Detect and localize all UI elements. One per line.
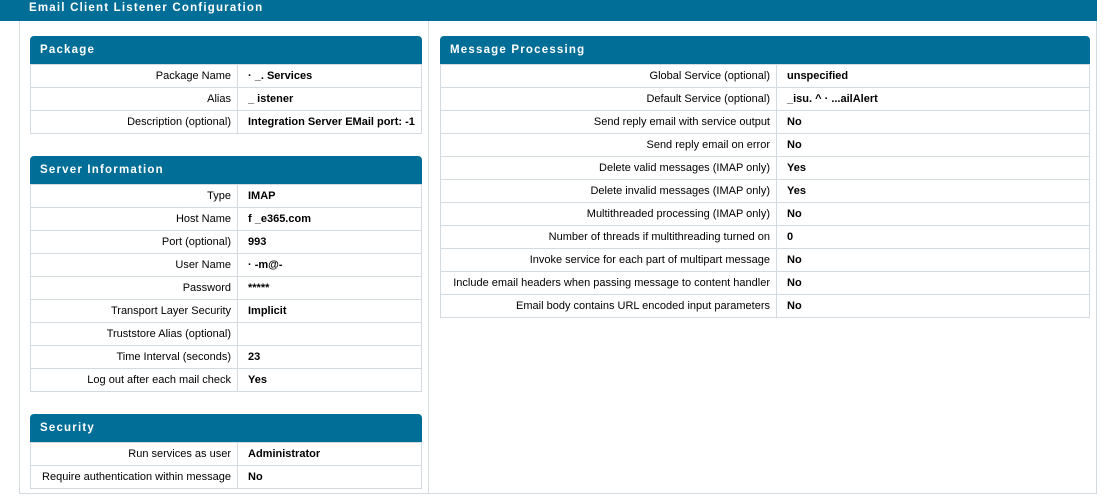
- server-information-panel: Server Information Type IMAP Host Name f _e…: [30, 156, 422, 392]
- field-label: Description (optional): [30, 110, 238, 134]
- field-label: Type: [30, 184, 238, 208]
- field-value: No: [776, 110, 1090, 134]
- message-processing-row: Default Service (optional) _isu. ^ · ...a…: [440, 87, 1090, 111]
- field-label: Alias: [30, 87, 238, 111]
- field-label: Invoke service for each part of multipar…: [440, 248, 777, 272]
- security-row: Run services as user Administrator: [30, 442, 422, 466]
- security-row: Require authentication within message No: [30, 465, 422, 489]
- message-processing-row: Delete invalid messages (IMAP only) Yes: [440, 179, 1090, 203]
- field-label: Number of threads if multithreading turn…: [440, 225, 777, 249]
- field-label: Send reply email with service output: [440, 110, 777, 134]
- server-row: Host Name f _e365.com: [30, 207, 422, 231]
- field-value: No: [776, 271, 1090, 295]
- field-label: Transport Layer Security: [30, 299, 238, 323]
- package-row: Alias _ istener: [30, 87, 422, 111]
- field-label: Require authentication within message: [30, 465, 238, 489]
- field-value: No: [776, 248, 1090, 272]
- field-value: unspecified: [776, 64, 1090, 88]
- field-value: Yes: [776, 156, 1090, 180]
- server-row: User Name · -m@-: [30, 253, 422, 277]
- field-label: Run services as user: [30, 442, 238, 466]
- package-row: Description (optional) Integration Server…: [30, 110, 422, 134]
- field-label: Port (optional): [30, 230, 238, 254]
- field-value: _isu. ^ · ...ailAlert: [776, 87, 1090, 111]
- package-panel-title: Package: [30, 36, 422, 64]
- message-processing-row: Send reply email on error No: [440, 133, 1090, 157]
- field-value: Yes: [776, 179, 1090, 203]
- security-panel-title: Security: [30, 414, 422, 442]
- field-value: Yes: [237, 368, 422, 392]
- field-value: 993: [237, 230, 422, 254]
- message-processing-row: Delete valid messages (IMAP only) Yes: [440, 156, 1090, 180]
- security-panel: Security Run services as user Administrat…: [30, 414, 422, 489]
- server-information-table: Type IMAP Host Name f _e365.com Port (option…: [30, 184, 422, 392]
- field-value: _ istener: [237, 87, 422, 111]
- server-row: Port (optional) 993: [30, 230, 422, 254]
- field-value: *****: [237, 276, 422, 300]
- field-label: Password: [30, 276, 238, 300]
- field-value: No: [237, 465, 422, 489]
- message-processing-row: Include email headers when passing messa…: [440, 271, 1090, 295]
- field-value: Integration Server EMail port: -1: [237, 110, 422, 134]
- field-label: User Name: [30, 253, 238, 277]
- message-processing-row: Number of threads if multithreading turn…: [440, 225, 1090, 249]
- page-title: Email Client Listener Configuration: [0, 0, 1097, 21]
- message-processing-row: Invoke service for each part of multipar…: [440, 248, 1090, 272]
- field-value: No: [776, 202, 1090, 226]
- field-value: 23: [237, 345, 422, 369]
- field-value: f _e365.com: [237, 207, 422, 231]
- server-row: Password *****: [30, 276, 422, 300]
- message-processing-panel-title: Message Processing: [440, 36, 1090, 64]
- field-value: Implicit: [237, 299, 422, 323]
- column-divider: [428, 21, 429, 494]
- field-value: · -m@-: [237, 253, 422, 277]
- message-processing-row: Multithreaded processing (IMAP only) No: [440, 202, 1090, 226]
- field-value: No: [776, 133, 1090, 157]
- field-value: Administrator: [237, 442, 422, 466]
- field-label: Global Service (optional): [440, 64, 777, 88]
- field-label: Include email headers when passing messa…: [440, 271, 777, 295]
- field-label: Package Name: [30, 64, 238, 88]
- server-row: Type IMAP: [30, 184, 422, 208]
- security-table: Run services as user Administrator Require…: [30, 442, 422, 489]
- server-row: Transport Layer Security Implicit: [30, 299, 422, 323]
- field-label: Host Name: [30, 207, 238, 231]
- message-processing-table: Global Service (optional) unspecified Defa…: [440, 64, 1090, 318]
- field-label: Time Interval (seconds): [30, 345, 238, 369]
- field-label: Email body contains URL encoded input pa…: [440, 294, 777, 318]
- package-row: Package Name · _. Services: [30, 64, 422, 88]
- field-label: Multithreaded processing (IMAP only): [440, 202, 777, 226]
- field-value: No: [776, 294, 1090, 318]
- field-value: [237, 322, 422, 346]
- field-value: IMAP: [237, 184, 422, 208]
- server-row: Log out after each mail check Yes: [30, 368, 422, 392]
- server-information-panel-title: Server Information: [30, 156, 422, 184]
- package-panel: Package Package Name · _. Services Alias _ …: [30, 36, 422, 134]
- field-value: 0: [776, 225, 1090, 249]
- field-label: Default Service (optional): [440, 87, 777, 111]
- message-processing-panel: Message Processing Global Service (optio…: [440, 36, 1090, 318]
- field-label: Truststore Alias (optional): [30, 322, 238, 346]
- message-processing-row: Email body contains URL encoded input pa…: [440, 294, 1090, 318]
- field-label: Send reply email on error: [440, 133, 777, 157]
- package-table: Package Name · _. Services Alias _ istener D…: [30, 64, 422, 134]
- field-value: · _. Services: [237, 64, 422, 88]
- field-label: Delete valid messages (IMAP only): [440, 156, 777, 180]
- field-label: Log out after each mail check: [30, 368, 238, 392]
- server-row: Truststore Alias (optional): [30, 322, 422, 346]
- message-processing-row: Global Service (optional) unspecified: [440, 64, 1090, 88]
- field-label: Delete invalid messages (IMAP only): [440, 179, 777, 203]
- message-processing-row: Send reply email with service output No: [440, 110, 1090, 134]
- server-row: Time Interval (seconds) 23: [30, 345, 422, 369]
